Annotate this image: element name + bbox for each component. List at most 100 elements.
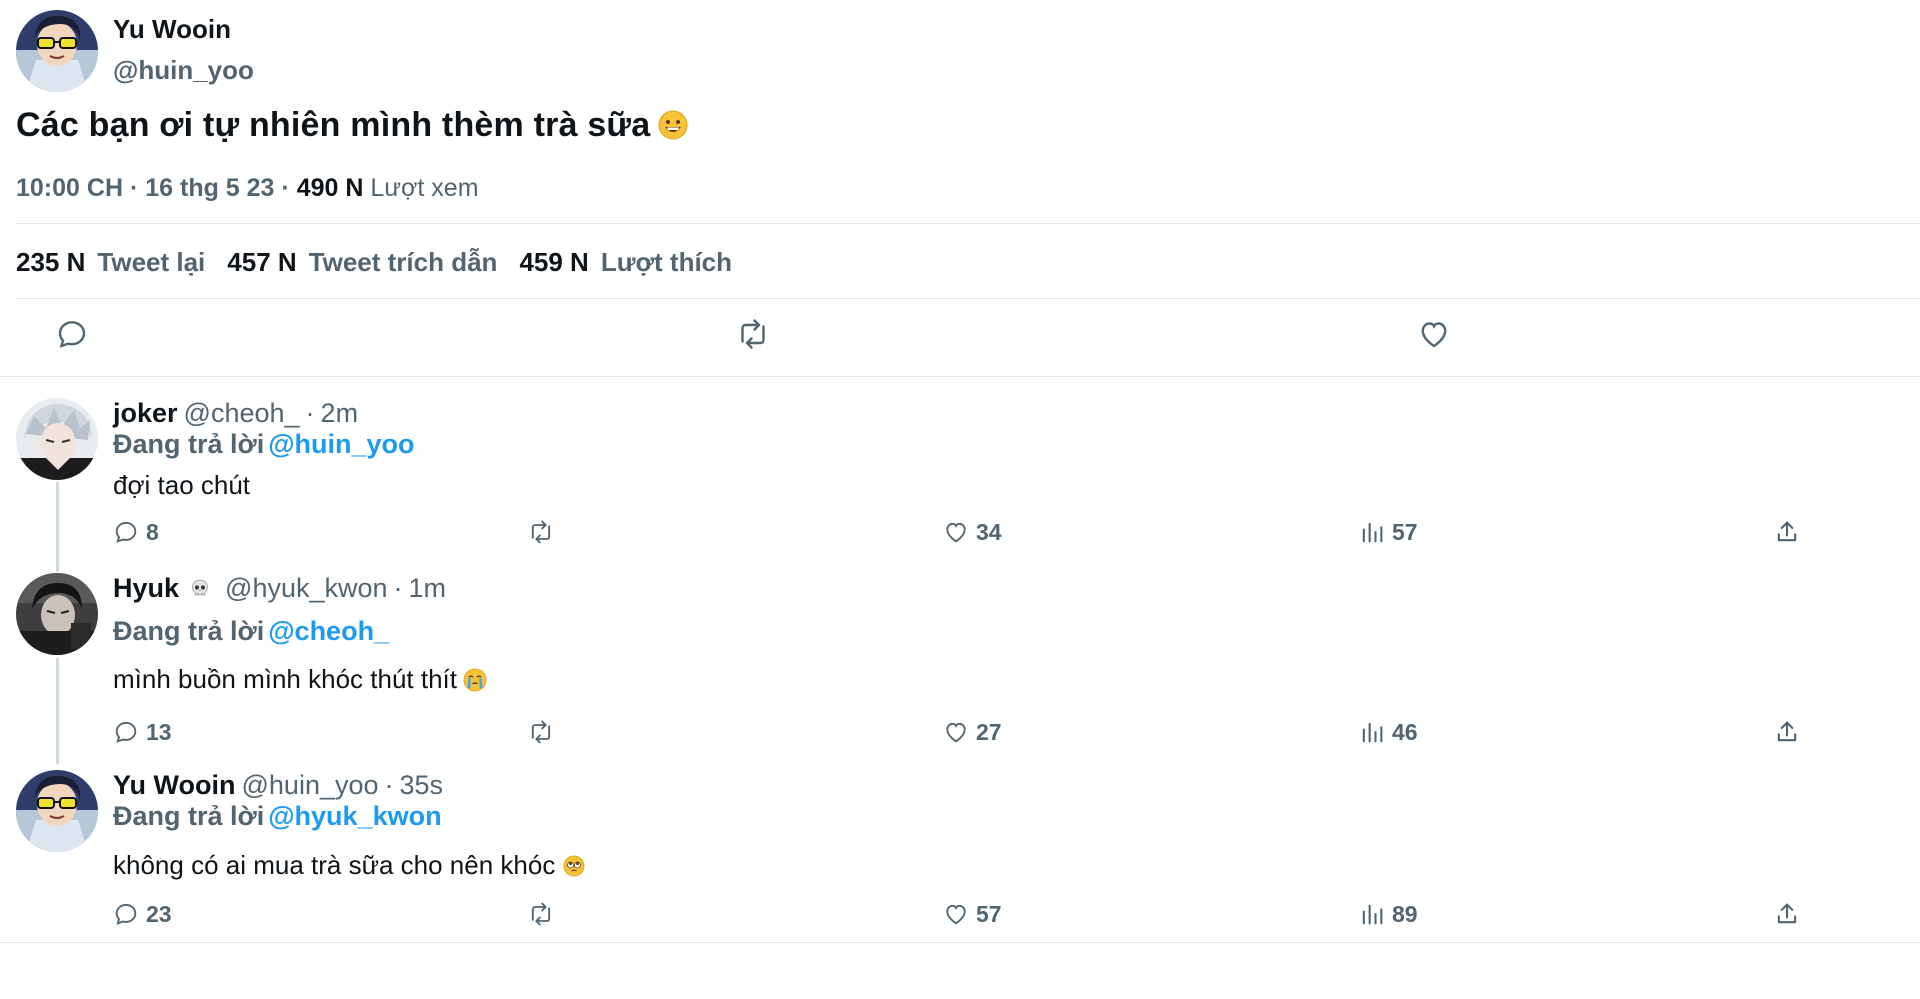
replying-label: Đang trả lời	[113, 801, 265, 831]
reply-button[interactable]: 13	[112, 718, 172, 746]
views-button[interactable]: 89	[1358, 900, 1418, 928]
reply-icon	[115, 721, 137, 743]
like-button[interactable]: 27	[942, 718, 1002, 746]
quotes-stat[interactable]: 457 N Tweet trích dẫn	[227, 247, 519, 277]
reply-text-content: không có ai mua trà sữa cho nên khóc	[113, 850, 556, 880]
views-count: 490 N	[296, 174, 364, 202]
share-icon	[1777, 903, 1797, 924]
like-count: 57	[976, 900, 1002, 927]
bar-chart-icon	[1362, 722, 1383, 743]
like-button[interactable]: 34	[942, 518, 1002, 546]
author-name[interactable]: Yu Wooin	[113, 14, 231, 45]
tweet-meta: 10:00 CH · 16 thg 5 23 · 490 N Lượt xem	[16, 174, 479, 203]
like-icon	[946, 522, 966, 543]
retweet-icon	[531, 520, 551, 544]
divider	[0, 376, 1920, 377]
likes-label: Lượt thích	[600, 247, 733, 277]
reply-author-handle[interactable]: @hyuk_kwon	[225, 573, 388, 603]
retweets-count: 235 N	[16, 247, 86, 277]
like-icon	[946, 722, 966, 743]
divider	[16, 223, 1920, 224]
reply-author-name[interactable]: Yu Wooin	[113, 770, 236, 800]
avatar[interactable]	[16, 398, 98, 480]
like-icon	[946, 904, 966, 925]
tweet-text: Các bạn ơi tự nhiên mình thèm trà sữa	[16, 106, 688, 145]
avatar[interactable]	[16, 573, 98, 655]
share-icon	[1777, 721, 1797, 742]
likes-stat[interactable]: 459 N Lượt thích	[519, 247, 754, 277]
bar-chart-icon	[1362, 904, 1383, 925]
thread-line	[56, 658, 59, 764]
like-count: 34	[976, 518, 1002, 545]
reply-icon	[115, 903, 137, 925]
retweet-icon[interactable]	[735, 316, 771, 352]
reply-text: đợi tao chút	[113, 470, 251, 500]
reply-author-name[interactable]: Hyuk	[113, 573, 179, 603]
author-handle[interactable]: @huin_yoo	[113, 55, 254, 86]
divider	[0, 942, 1920, 943]
reply-author-handle[interactable]: @cheoh_	[184, 398, 300, 428]
quotes-count: 457 N	[227, 247, 297, 277]
retweet-icon	[531, 720, 551, 744]
reply-text-content: mình buồn mình khóc thút thít	[113, 664, 457, 694]
replying-to: Đang trả lời @hyuk_kwon	[113, 801, 442, 832]
retweet-icon	[531, 902, 551, 926]
avatar[interactable]	[16, 10, 98, 92]
retweets-label: Tweet lại	[97, 247, 206, 277]
reply-text: mình buồn mình khóc thút thít	[113, 664, 487, 695]
like-button[interactable]: 57	[942, 900, 1002, 928]
reply-icon	[115, 521, 137, 543]
meta-separator: ·	[384, 770, 394, 800]
reply-text: không có ai mua trà sữa cho nên khóc	[113, 850, 585, 881]
divider	[16, 298, 1920, 299]
share-button[interactable]	[1773, 518, 1807, 546]
reply-count: 13	[146, 718, 172, 745]
retweets-stat[interactable]: 235 N Tweet lại	[16, 247, 227, 277]
meta-separator: ·	[281, 174, 290, 202]
mention-link[interactable]: @cheoh_	[268, 616, 389, 646]
engagement-stats: 235 N Tweet lại 457 N Tweet trích dẫn 459 N L…	[16, 247, 754, 278]
view-count: 46	[1392, 718, 1418, 745]
reply-author-name[interactable]: joker	[113, 398, 178, 428]
reply-time[interactable]: 35s	[400, 770, 444, 800]
reply-button[interactable]: 8	[112, 518, 159, 546]
retweet-button[interactable]	[527, 900, 561, 928]
reply-action-bar: 13 27 46	[0, 718, 1920, 748]
views-button[interactable]: 57	[1358, 518, 1418, 546]
crying-face-icon	[463, 668, 487, 692]
pleading-face-icon	[563, 853, 585, 877]
reply-header: Hyuk @hyuk_kwon · 1m	[113, 573, 446, 604]
replying-label: Đang trả lời	[113, 429, 265, 459]
tweet-date[interactable]: 16 thg 5 23	[145, 174, 274, 202]
tweet-text-content: Các bạn ơi tự nhiên mình thèm trà sữa	[16, 106, 651, 144]
retweet-button[interactable]	[527, 518, 561, 546]
reply-button[interactable]: 23	[112, 900, 172, 928]
reply-icon[interactable]	[54, 316, 90, 352]
meta-separator: ·	[393, 573, 403, 603]
avatar[interactable]	[16, 770, 98, 852]
share-icon	[1777, 521, 1797, 542]
like-icon[interactable]	[1416, 316, 1452, 352]
share-button[interactable]	[1773, 718, 1807, 746]
meta-separator: ·	[305, 398, 315, 428]
views-button[interactable]: 46	[1358, 718, 1418, 746]
retweet-button[interactable]	[527, 718, 561, 746]
views-label: Lượt xem	[370, 174, 479, 202]
tweet-time[interactable]: 10:00 CH	[16, 174, 123, 202]
meta-separator: ·	[129, 174, 139, 202]
quotes-label: Tweet trích dẫn	[308, 247, 498, 277]
replying-to: Đang trả lời @huin_yoo	[113, 429, 415, 460]
reply-header: Yu Wooin @huin_yoo · 35s	[113, 770, 443, 801]
mention-link[interactable]: @hyuk_kwon	[268, 801, 441, 831]
bar-chart-icon	[1362, 522, 1383, 543]
skull-icon	[189, 576, 211, 598]
view-count: 57	[1392, 518, 1418, 545]
likes-count: 459 N	[519, 247, 589, 277]
reply-time[interactable]: 1m	[409, 573, 447, 603]
reply-author-handle[interactable]: @huin_yoo	[242, 770, 379, 800]
share-button[interactable]	[1773, 900, 1807, 928]
reply-time[interactable]: 2m	[321, 398, 359, 428]
view-count: 89	[1392, 900, 1418, 927]
mention-link[interactable]: @huin_yoo	[268, 429, 414, 459]
reply-count: 8	[146, 518, 159, 545]
